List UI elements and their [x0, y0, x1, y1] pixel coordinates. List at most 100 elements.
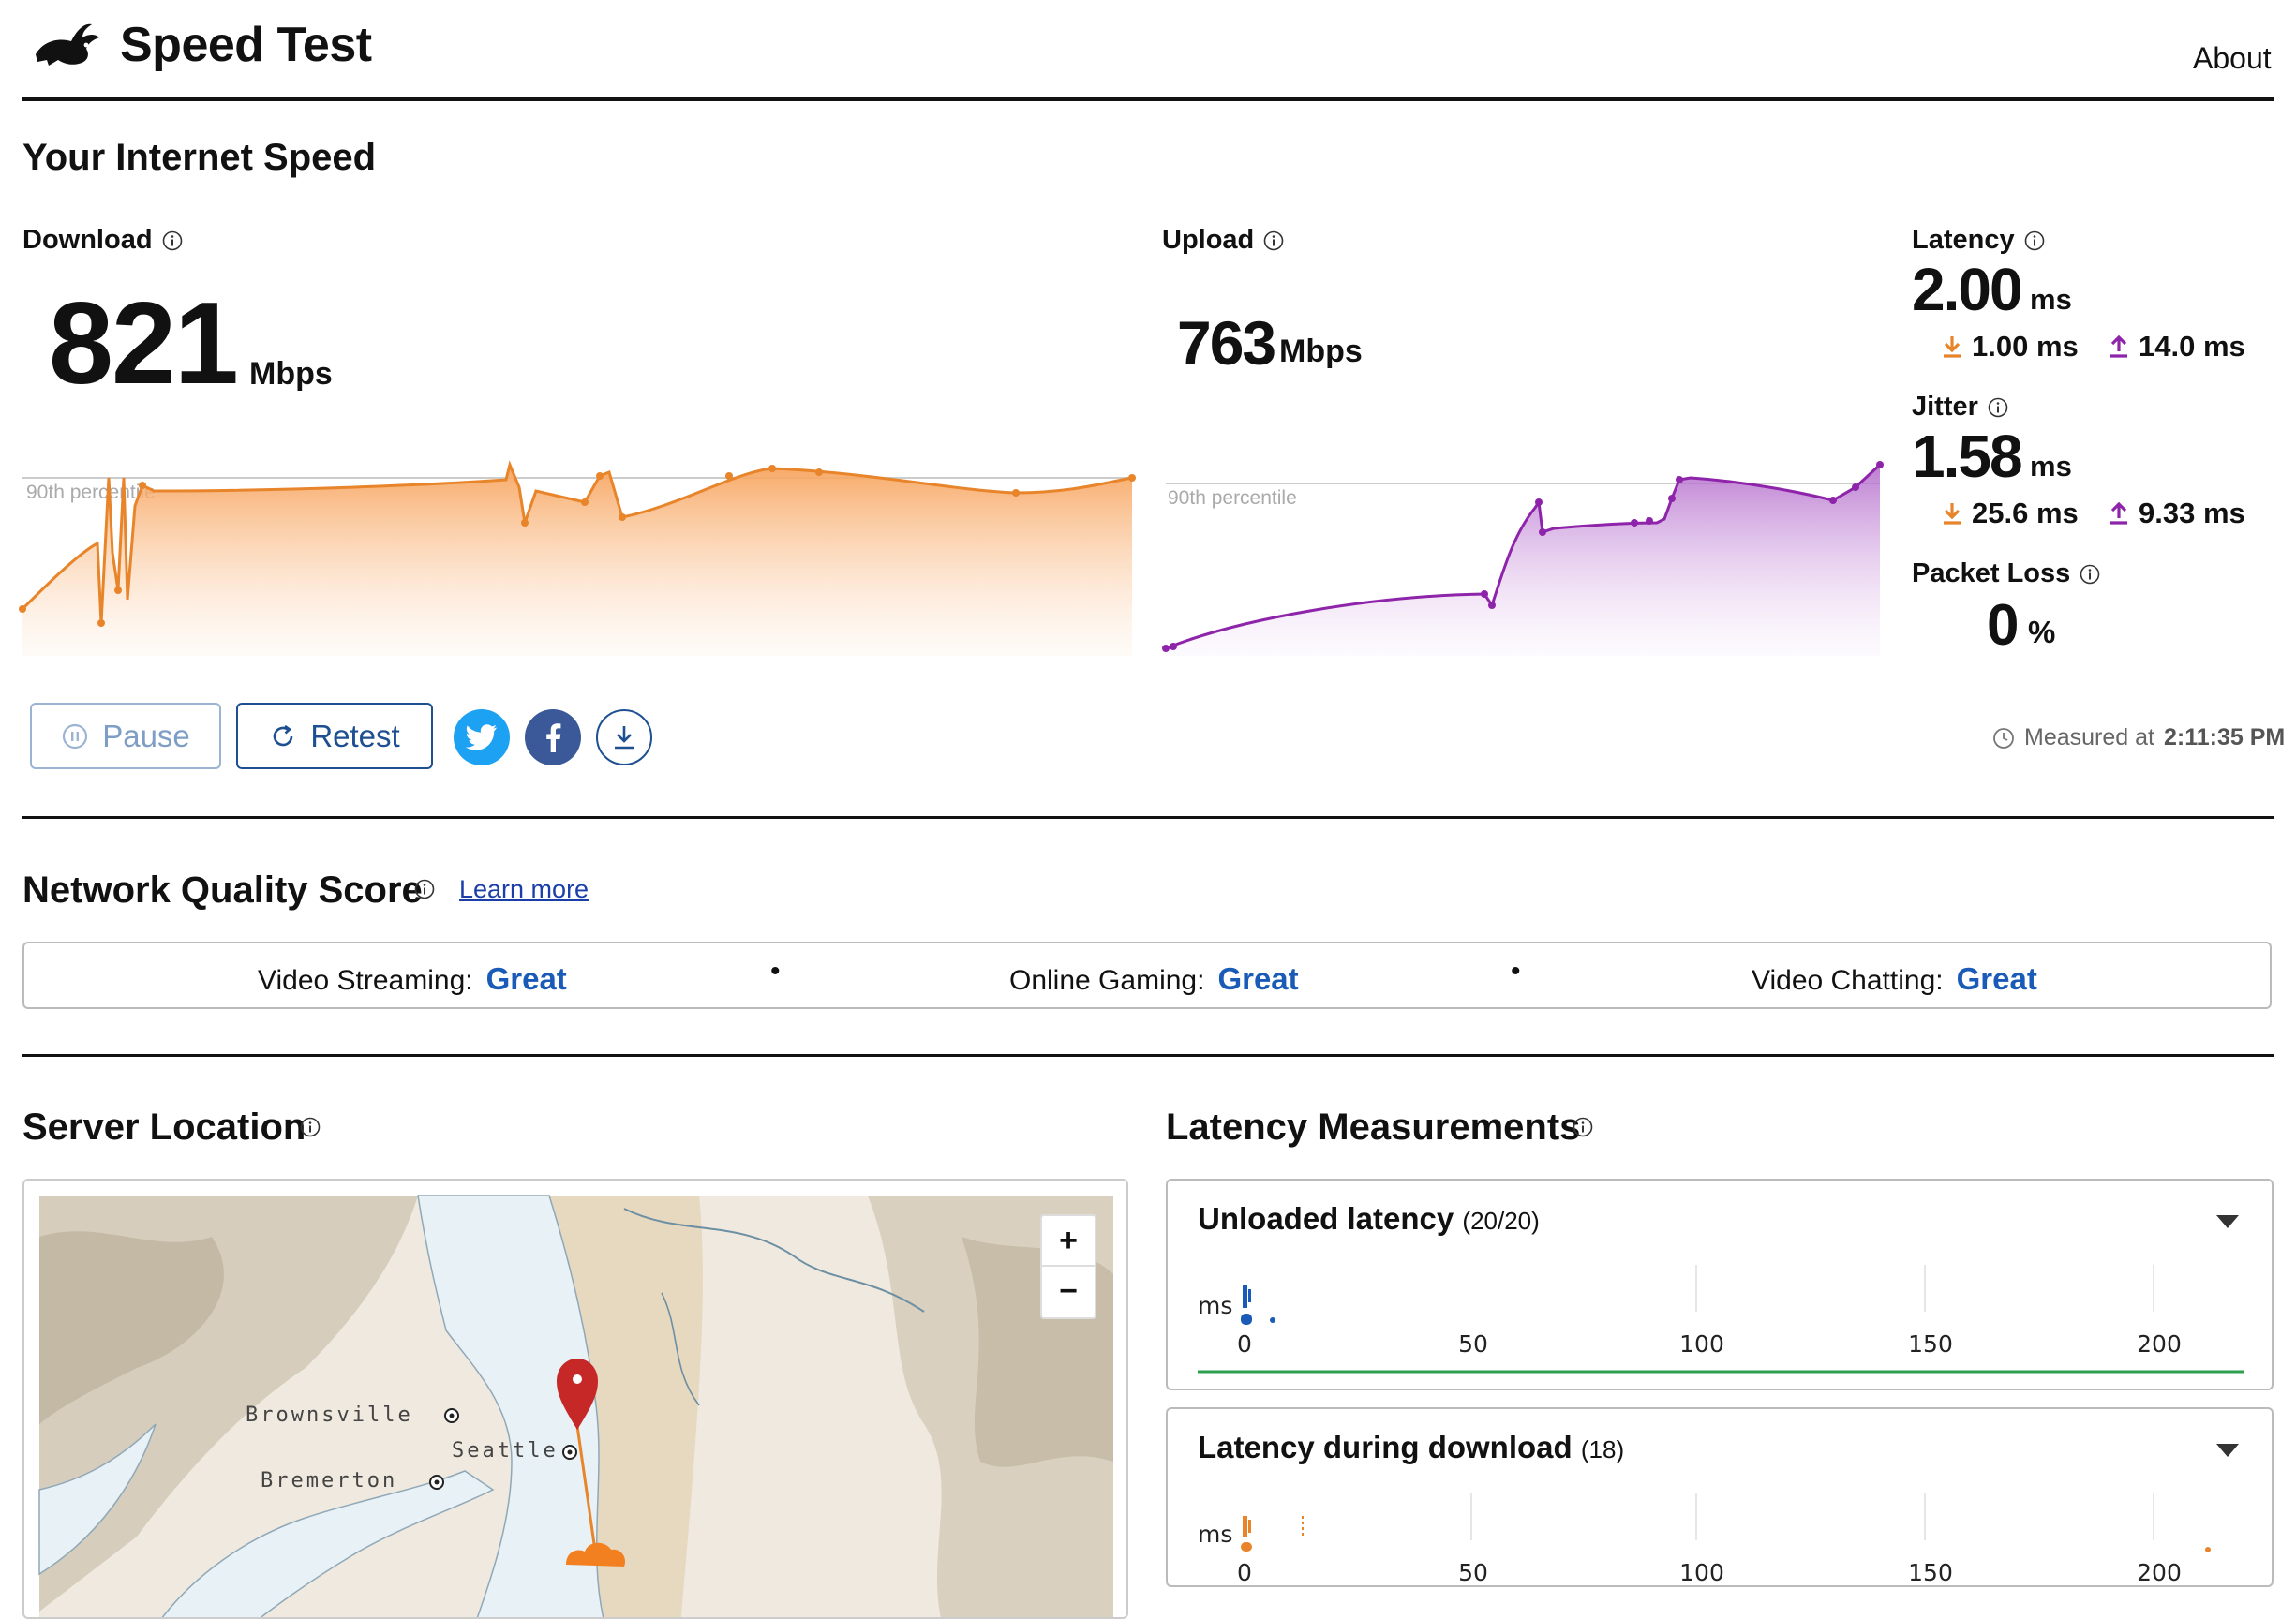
download-point [97, 619, 105, 627]
section-title-latency: Latency Measurements [1166, 1107, 1581, 1148]
server-map[interactable]: Brownsville Seattle Bremerton [22, 1179, 1128, 1619]
latency-outlier [1270, 1317, 1275, 1323]
axis-unit-label: ms [1198, 1521, 1232, 1548]
latency-label: Latency [1912, 225, 2015, 255]
download-point [815, 468, 823, 476]
facebook-share-button[interactable] [525, 709, 581, 765]
speed-divider [22, 816, 2274, 819]
chevron-down-icon[interactable] [2215, 1214, 2240, 1229]
twitter-icon [466, 724, 497, 750]
rabbit-logo-icon [36, 23, 99, 67]
packet-loss-unit: % [2028, 615, 2056, 649]
facebook-icon [546, 723, 561, 752]
about-link[interactable]: About [2193, 41, 2272, 76]
upload-chart: 90th percentile [1162, 461, 1884, 656]
download-latency-chart: ms 0 50 100 150 200 [1198, 1493, 2211, 1586]
tick-label: 150 [1908, 1559, 1953, 1586]
jitter-upload: 9.33 ms [2109, 497, 2245, 530]
learn-more-link[interactable]: Learn more [459, 875, 589, 904]
jitter-download: 25.6 ms [1942, 497, 2079, 530]
section-title-nqs: Network Quality Score [22, 869, 423, 911]
twitter-share-button[interactable] [454, 709, 510, 765]
panel-count: (20/20) [1462, 1207, 1540, 1235]
section-title-speed: Your Internet Speed [22, 137, 377, 178]
upload-label: Upload [1162, 225, 1255, 255]
info-icon[interactable] [1573, 1117, 1593, 1137]
upload-point [1535, 498, 1543, 506]
info-icon[interactable] [162, 230, 183, 251]
latency-box [1241, 1542, 1252, 1552]
zoom-out-button[interactable]: − [1042, 1267, 1095, 1315]
nqs-separator: • [1511, 956, 1521, 987]
unloaded-latency-chart: ms 0 50 100 150 200 [1198, 1265, 2244, 1374]
download-point [114, 587, 122, 594]
packet-loss-label-row: Packet Loss [1912, 558, 2100, 589]
upload-point [1876, 461, 1884, 468]
tick-label: 200 [2137, 1330, 2182, 1358]
latency-box [1243, 1285, 1247, 1308]
download-point [19, 605, 26, 613]
download-point [619, 513, 626, 521]
unloaded-latency-header: Unloaded latency (20/20) [1198, 1201, 1540, 1237]
download-arrow-icon [1944, 503, 1961, 525]
download-latency-panel[interactable]: Latency during download (18) ms 0 50 100… [1166, 1407, 2274, 1587]
pause-icon [63, 723, 88, 749]
download-point [581, 498, 589, 506]
retest-button[interactable]: Retest [236, 703, 433, 769]
download-point [139, 482, 146, 489]
upload-point [1481, 590, 1488, 598]
latency-box [1248, 1520, 1251, 1533]
nqs-item-value: Great [1217, 961, 1299, 996]
info-icon[interactable] [414, 879, 435, 899]
download-results-button[interactable] [596, 709, 652, 765]
download-point [1012, 489, 1020, 497]
chevron-down-icon[interactable] [2215, 1443, 2240, 1458]
download-results-icon [615, 726, 634, 750]
download-value: 821 [49, 279, 239, 408]
jitter-label-row: Jitter [1912, 392, 2008, 423]
nqs-item-label: Online Gaming: [1009, 965, 1205, 996]
upload-label-row: Upload [1162, 225, 1284, 256]
info-icon[interactable] [1263, 230, 1284, 251]
latency-download: 1.00 ms [1942, 330, 2079, 364]
axis-unit-label: ms [1198, 1292, 1232, 1319]
clock-icon [1993, 727, 2014, 749]
pause-button[interactable]: Pause [30, 703, 221, 769]
download-label-row: Download [22, 225, 183, 256]
nqs-item-value: Great [485, 961, 567, 996]
info-icon[interactable] [2080, 564, 2100, 585]
city-label-seattle: Seattle [452, 1439, 559, 1463]
unloaded-latency-panel[interactable]: Unloaded latency (20/20) ms 0 50 100 150… [1166, 1179, 2274, 1390]
map-canvas[interactable] [24, 1181, 1128, 1619]
panel-title: Latency during download [1198, 1430, 1573, 1464]
info-icon[interactable] [1988, 397, 2008, 418]
upload-point [1829, 497, 1837, 504]
packet-loss-label: Packet Loss [1912, 558, 2071, 588]
zoom-in-button[interactable]: + [1042, 1216, 1095, 1265]
latency-unit: ms [2030, 283, 2072, 316]
nqs-video-streaming: Video Streaming: Great [258, 961, 567, 997]
upload-point [1631, 519, 1638, 527]
info-icon[interactable] [300, 1117, 321, 1137]
packet-loss-value: 0 [1987, 593, 2020, 658]
app-title: Speed Test [120, 18, 372, 72]
tick-label: 50 [1458, 1330, 1488, 1358]
latency-upload: 14.0 ms [2109, 330, 2245, 364]
tick-label: 150 [1908, 1330, 1953, 1358]
upload-point [1646, 517, 1653, 525]
latency-outlier [2205, 1547, 2211, 1552]
nqs-item-label: Video Streaming: [258, 965, 473, 996]
info-icon[interactable] [2024, 230, 2045, 251]
tick-label: 0 [1237, 1559, 1252, 1586]
city-label-brownsville: Brownsville [246, 1404, 413, 1427]
upload-value: 763 [1177, 308, 1276, 378]
tick-label: 0 [1237, 1330, 1252, 1358]
city-marker-brownsville [444, 1408, 459, 1423]
upload-point [1676, 476, 1683, 483]
jitter-unit: ms [2030, 450, 2072, 483]
upload-point [1668, 495, 1676, 502]
map-zoom-controls: + − [1040, 1214, 1096, 1319]
panel-title: Unloaded latency [1198, 1201, 1454, 1236]
section-title-server: Server Location [22, 1107, 306, 1148]
nqs-video-chatting: Video Chatting: Great [1752, 961, 2037, 997]
